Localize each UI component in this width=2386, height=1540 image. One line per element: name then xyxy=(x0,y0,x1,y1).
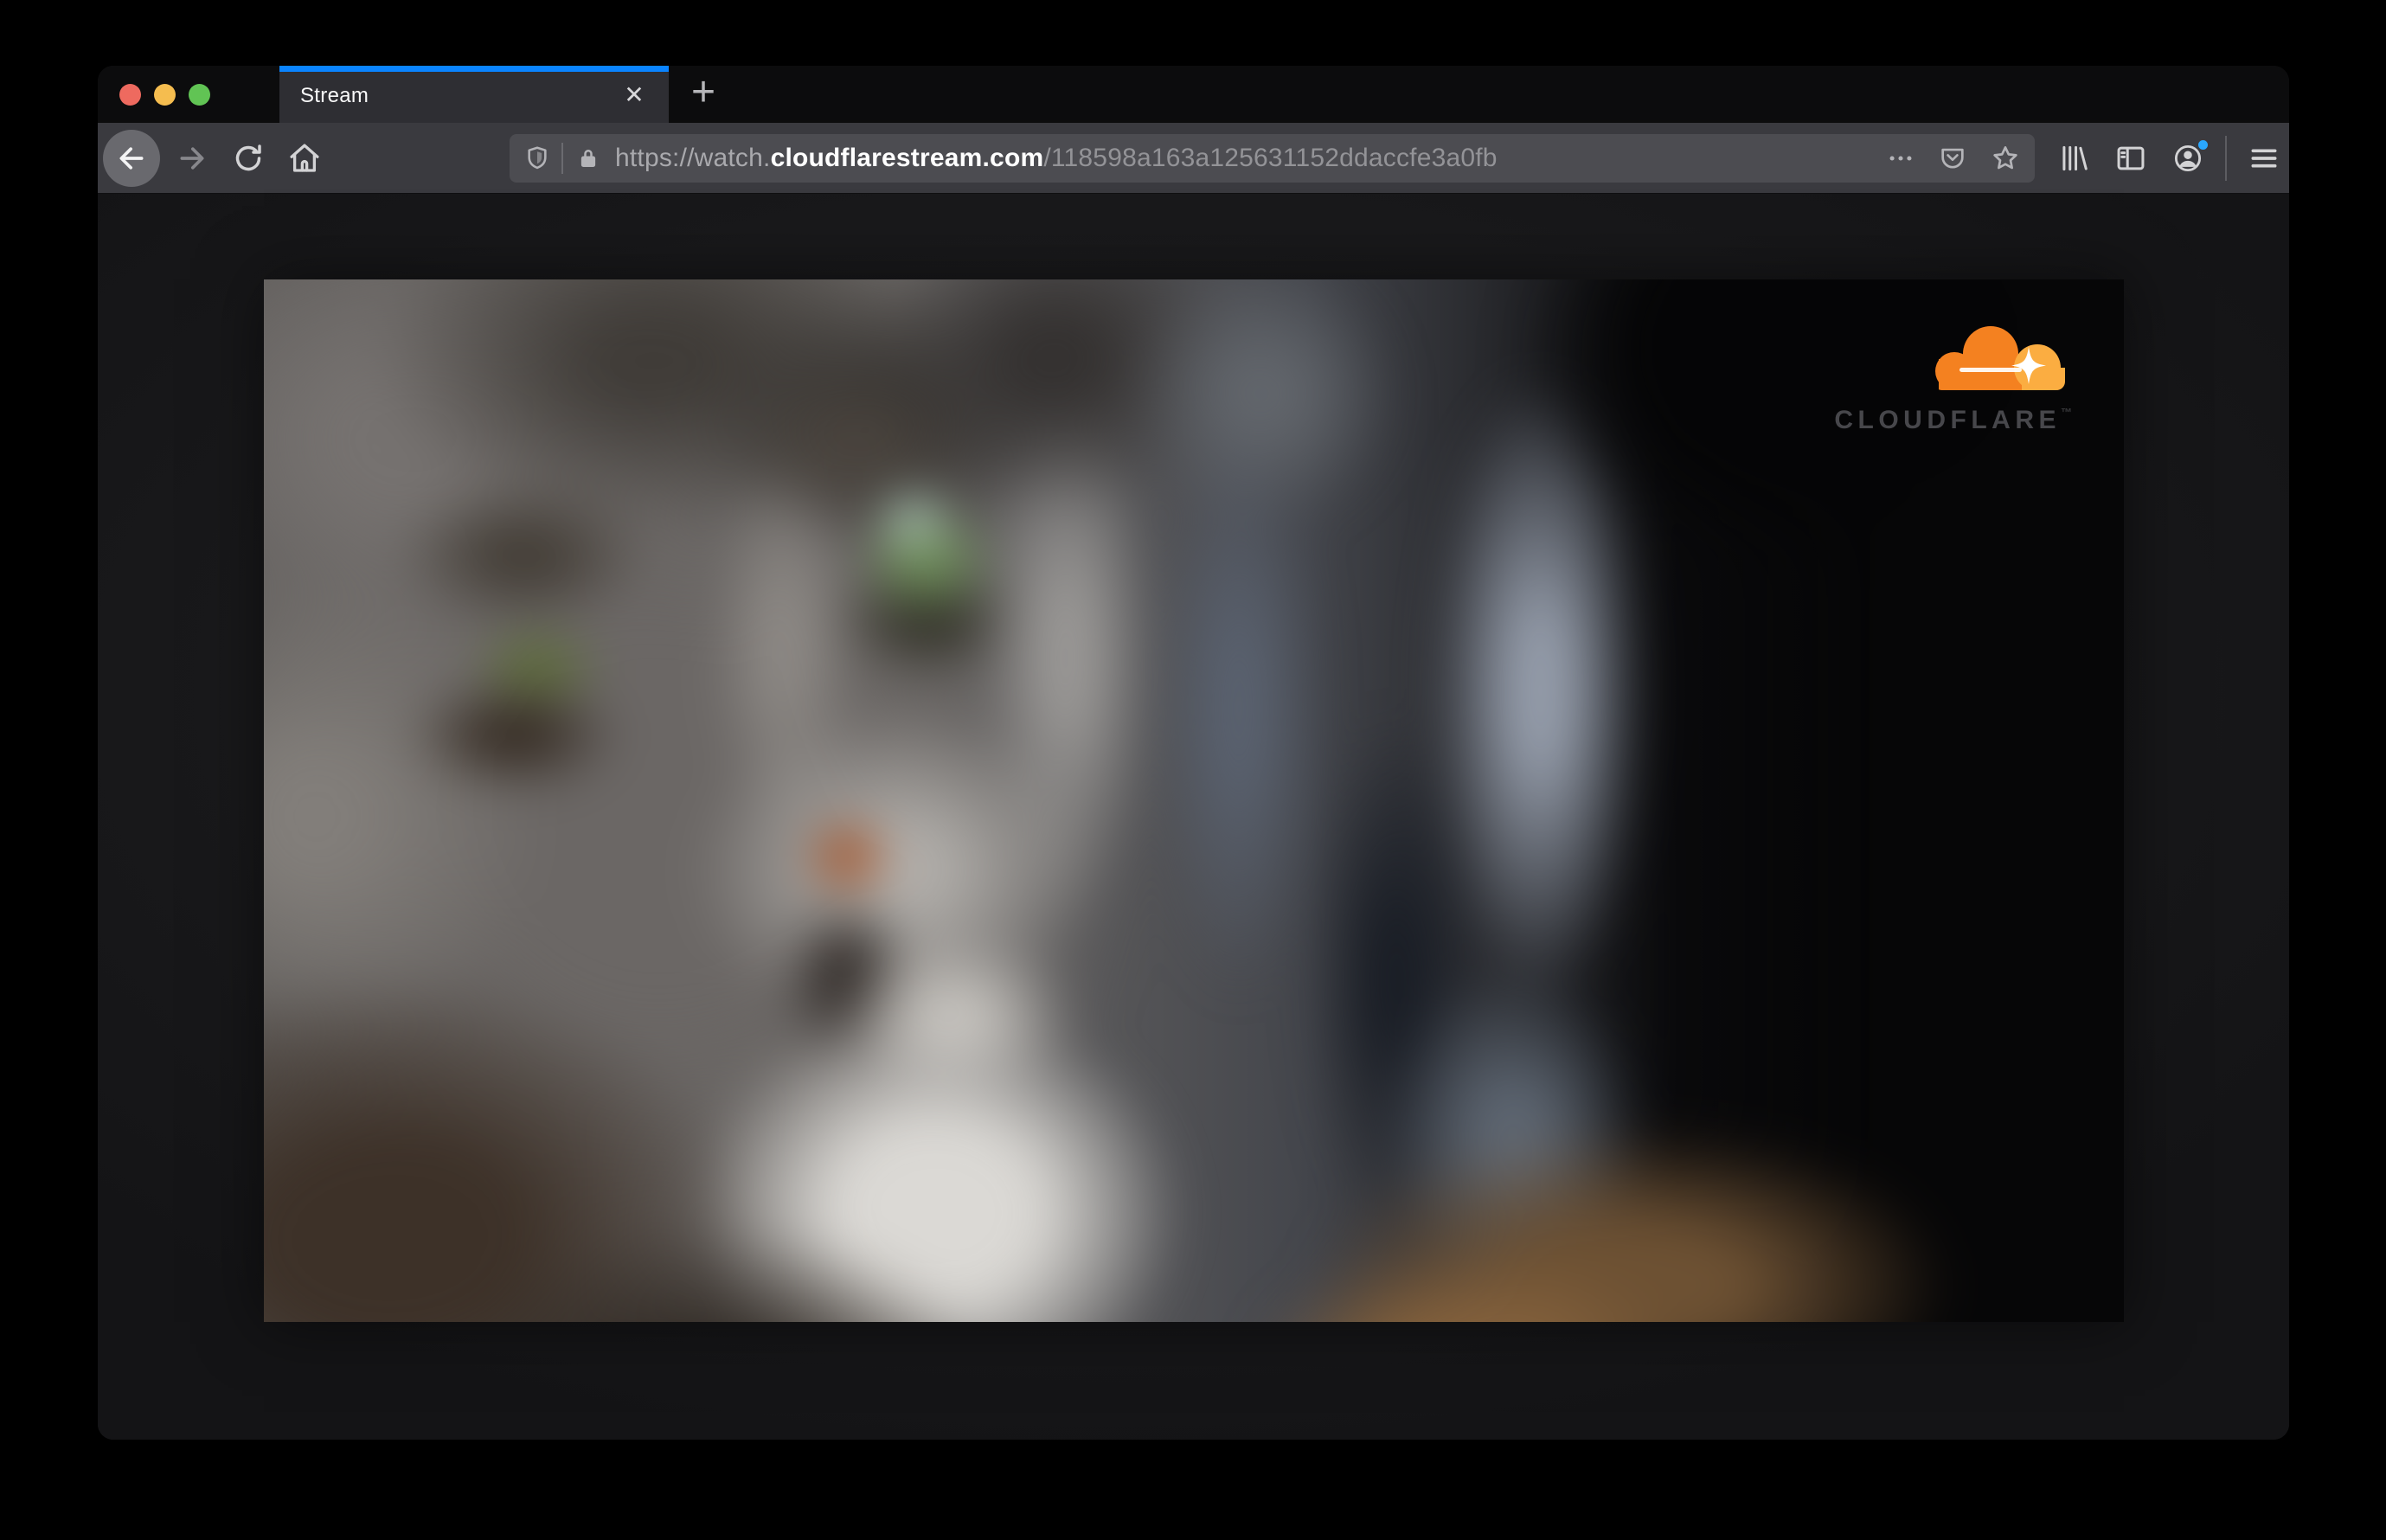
url-domain: cloudflarestream.com xyxy=(770,143,1044,172)
account-button[interactable] xyxy=(2163,133,2213,183)
new-tab-button[interactable]: + xyxy=(672,66,734,123)
back-icon xyxy=(114,141,149,176)
cloudflare-wordmark: CLOUDFLARE™ xyxy=(1834,406,2072,434)
cloudflare-cloud-logo-icon xyxy=(1932,323,2069,394)
url-path: /118598a163a125631152ddaccfe3a0fb xyxy=(1043,143,1498,172)
tab-stream[interactable]: Stream ✕ xyxy=(279,66,669,123)
reload-icon xyxy=(231,141,266,176)
url-scheme-subdomain: https://watch. xyxy=(615,143,771,172)
video-art-blob xyxy=(1180,1212,1756,1322)
url-text[interactable]: https://watch.cloudflarestream.com/11859… xyxy=(615,144,1876,173)
cloudflare-watermark: CLOUDFLARE™ xyxy=(1834,323,2072,435)
lock-icon[interactable] xyxy=(575,145,601,171)
sidebar-icon xyxy=(2114,142,2147,175)
page-content: CLOUDFLARE™ xyxy=(98,194,2289,1440)
account-notification-dot xyxy=(2197,138,2210,151)
close-window-button[interactable] xyxy=(119,83,141,106)
titlebar[interactable]: Stream ✕ + xyxy=(98,66,2289,123)
home-icon xyxy=(286,140,323,176)
menu-button[interactable] xyxy=(2239,133,2289,183)
urlbar-separator xyxy=(561,142,563,174)
back-button[interactable] xyxy=(103,129,160,187)
bookmark-star-icon[interactable] xyxy=(1990,143,2021,174)
window-controls xyxy=(119,66,210,123)
forward-icon xyxy=(175,141,209,176)
address-bar[interactable]: https://watch.cloudflarestream.com/11859… xyxy=(510,133,2035,183)
video-art-blob xyxy=(334,1167,1091,1322)
video-player[interactable]: CLOUDFLARE™ xyxy=(264,279,2124,1322)
tracking-protection-shield-icon[interactable] xyxy=(523,144,551,172)
toolbar-right xyxy=(2049,133,2289,183)
browser-window: Stream ✕ + https://watch.cloudflarestrea… xyxy=(98,66,2289,1440)
forward-button[interactable] xyxy=(168,134,216,183)
hamburger-menu-icon xyxy=(2248,142,2280,175)
navigation-toolbar: https://watch.cloudflarestream.com/11859… xyxy=(98,123,2289,194)
trademark-mark: ™ xyxy=(2061,406,2072,419)
toolbar-separator xyxy=(2225,135,2227,181)
library-icon xyxy=(2057,142,2090,175)
reload-button[interactable] xyxy=(224,134,273,183)
video-art-blob xyxy=(370,658,659,812)
urlbar-actions xyxy=(1886,143,2021,174)
tab-title: Stream xyxy=(300,84,369,107)
home-button[interactable] xyxy=(280,134,329,183)
library-button[interactable] xyxy=(2049,133,2099,183)
tab-close-button[interactable]: ✕ xyxy=(615,66,653,123)
video-frame-art xyxy=(264,279,2124,1322)
pocket-icon[interactable] xyxy=(1938,144,1967,173)
sidebar-toggle-button[interactable] xyxy=(2106,133,2156,183)
minimize-window-button[interactable] xyxy=(154,83,176,106)
page-actions-icon[interactable] xyxy=(1886,144,1915,173)
zoom-window-button[interactable] xyxy=(189,83,210,106)
